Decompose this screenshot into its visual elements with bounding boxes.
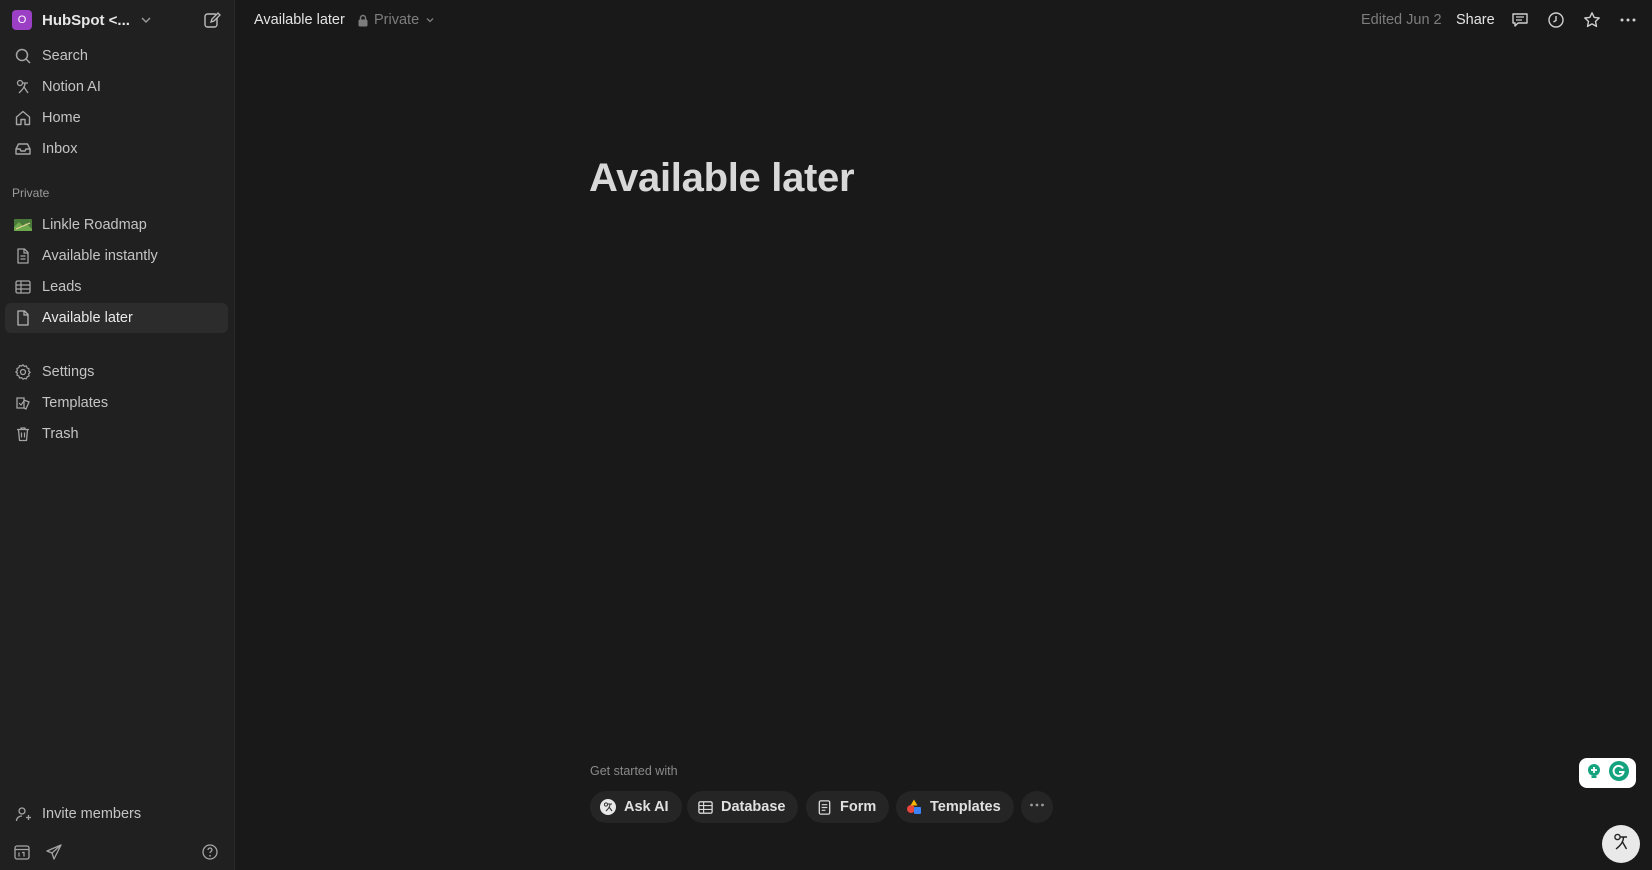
share-button[interactable]: Share	[1456, 12, 1495, 28]
chip-label: Ask AI	[624, 799, 669, 815]
chevron-down-icon	[140, 14, 152, 26]
grammarly-icon	[1608, 760, 1630, 787]
breadcrumb-page-title[interactable]: Available later	[254, 12, 345, 28]
table-icon	[13, 277, 33, 297]
send-icon[interactable]	[44, 842, 64, 862]
sidebar-item-linkle-roadmap[interactable]: Linkle Roadmap	[5, 210, 228, 240]
templates-button[interactable]: Templates	[896, 791, 1014, 823]
templates-color-icon	[905, 798, 923, 816]
form-button[interactable]: Form	[806, 791, 890, 823]
templates-icon	[13, 393, 33, 413]
sidebar-footer	[12, 842, 222, 862]
sidebar-item-settings[interactable]: Settings	[5, 357, 228, 387]
trash-icon	[13, 424, 33, 444]
sidebar-item-trash[interactable]: Trash	[5, 419, 228, 449]
sidebar-item-label: Trash	[42, 426, 79, 442]
sidebar: O HubSpot <... Search Notion AI Home Inb…	[0, 0, 235, 870]
inbox-icon	[13, 139, 33, 159]
workspace-avatar: O	[12, 10, 32, 30]
more-options-button[interactable]	[1021, 791, 1053, 823]
grammarly-bulb-icon	[1585, 762, 1603, 785]
sidebar-item-label: Available later	[42, 310, 133, 326]
lock-icon	[357, 14, 369, 27]
section-label-private[interactable]: Private	[12, 186, 49, 200]
chip-label: Database	[721, 799, 786, 815]
sidebar-item-label: Home	[42, 110, 81, 126]
sidebar-item-label: Leads	[42, 279, 82, 295]
more-options-icon[interactable]	[1618, 10, 1638, 30]
help-icon[interactable]	[200, 842, 220, 862]
page-title[interactable]: Available later	[589, 156, 855, 201]
page-icon	[13, 246, 33, 266]
get-started-label: Get started with	[590, 764, 678, 778]
topbar: Available later Private Edited Jun 2 Sha…	[235, 0, 1652, 40]
privacy-label: Private	[374, 12, 420, 28]
chip-label: Templates	[930, 799, 1001, 815]
ask-ai-button[interactable]: Ask AI	[590, 791, 682, 823]
edited-timestamp[interactable]: Edited Jun 2	[1361, 12, 1442, 28]
notion-ai-button[interactable]	[1602, 825, 1640, 863]
sidebar-item-available-instantly[interactable]: Available instantly	[5, 241, 228, 271]
sidebar-item-label: Templates	[42, 395, 109, 411]
sidebar-item-label: Linkle Roadmap	[42, 217, 147, 233]
sidebar-item-label: Search	[42, 48, 88, 64]
sidebar-item-label: Available instantly	[42, 248, 158, 264]
sidebar-item-label: Invite members	[42, 806, 142, 822]
sidebar-item-available-later[interactable]: Available later	[5, 303, 228, 333]
roadmap-image-icon	[13, 215, 33, 235]
notion-ai-icon	[1610, 831, 1632, 858]
calendar-icon[interactable]	[12, 842, 32, 862]
grammarly-widget[interactable]	[1579, 758, 1636, 788]
sidebar-item-search[interactable]: Search	[5, 41, 228, 71]
chevron-down-icon	[425, 15, 435, 25]
notion-ai-icon	[13, 77, 33, 97]
workspace-switcher[interactable]: O HubSpot <...	[12, 9, 152, 31]
invite-members-button[interactable]: Invite members	[5, 799, 228, 829]
comments-icon[interactable]	[1510, 10, 1530, 30]
sidebar-item-label: Inbox	[42, 141, 78, 157]
form-icon	[815, 798, 833, 816]
history-clock-icon[interactable]	[1546, 10, 1566, 30]
add-user-icon	[13, 804, 33, 824]
search-icon	[13, 46, 33, 66]
table-icon	[696, 798, 714, 816]
star-icon[interactable]	[1582, 10, 1602, 30]
sidebar-item-label: Notion AI	[42, 79, 101, 95]
sidebar-item-leads[interactable]: Leads	[5, 272, 228, 302]
privacy-dropdown[interactable]: Private	[357, 12, 435, 28]
workspace-name: HubSpot <...	[42, 11, 130, 29]
database-button[interactable]: Database	[687, 791, 799, 823]
chip-label: Form	[840, 799, 877, 815]
more-options-icon	[1028, 796, 1046, 819]
gear-icon	[13, 362, 33, 382]
new-page-icon[interactable]	[202, 10, 222, 30]
sidebar-item-label: Settings	[42, 364, 95, 380]
sidebar-item-home[interactable]: Home	[5, 103, 228, 133]
sidebar-item-notion-ai[interactable]: Notion AI	[5, 72, 228, 102]
ai-face-icon	[599, 798, 617, 816]
home-icon	[13, 108, 33, 128]
sidebar-item-templates[interactable]: Templates	[5, 388, 228, 418]
page-icon	[13, 308, 33, 328]
sidebar-item-inbox[interactable]: Inbox	[5, 134, 228, 164]
